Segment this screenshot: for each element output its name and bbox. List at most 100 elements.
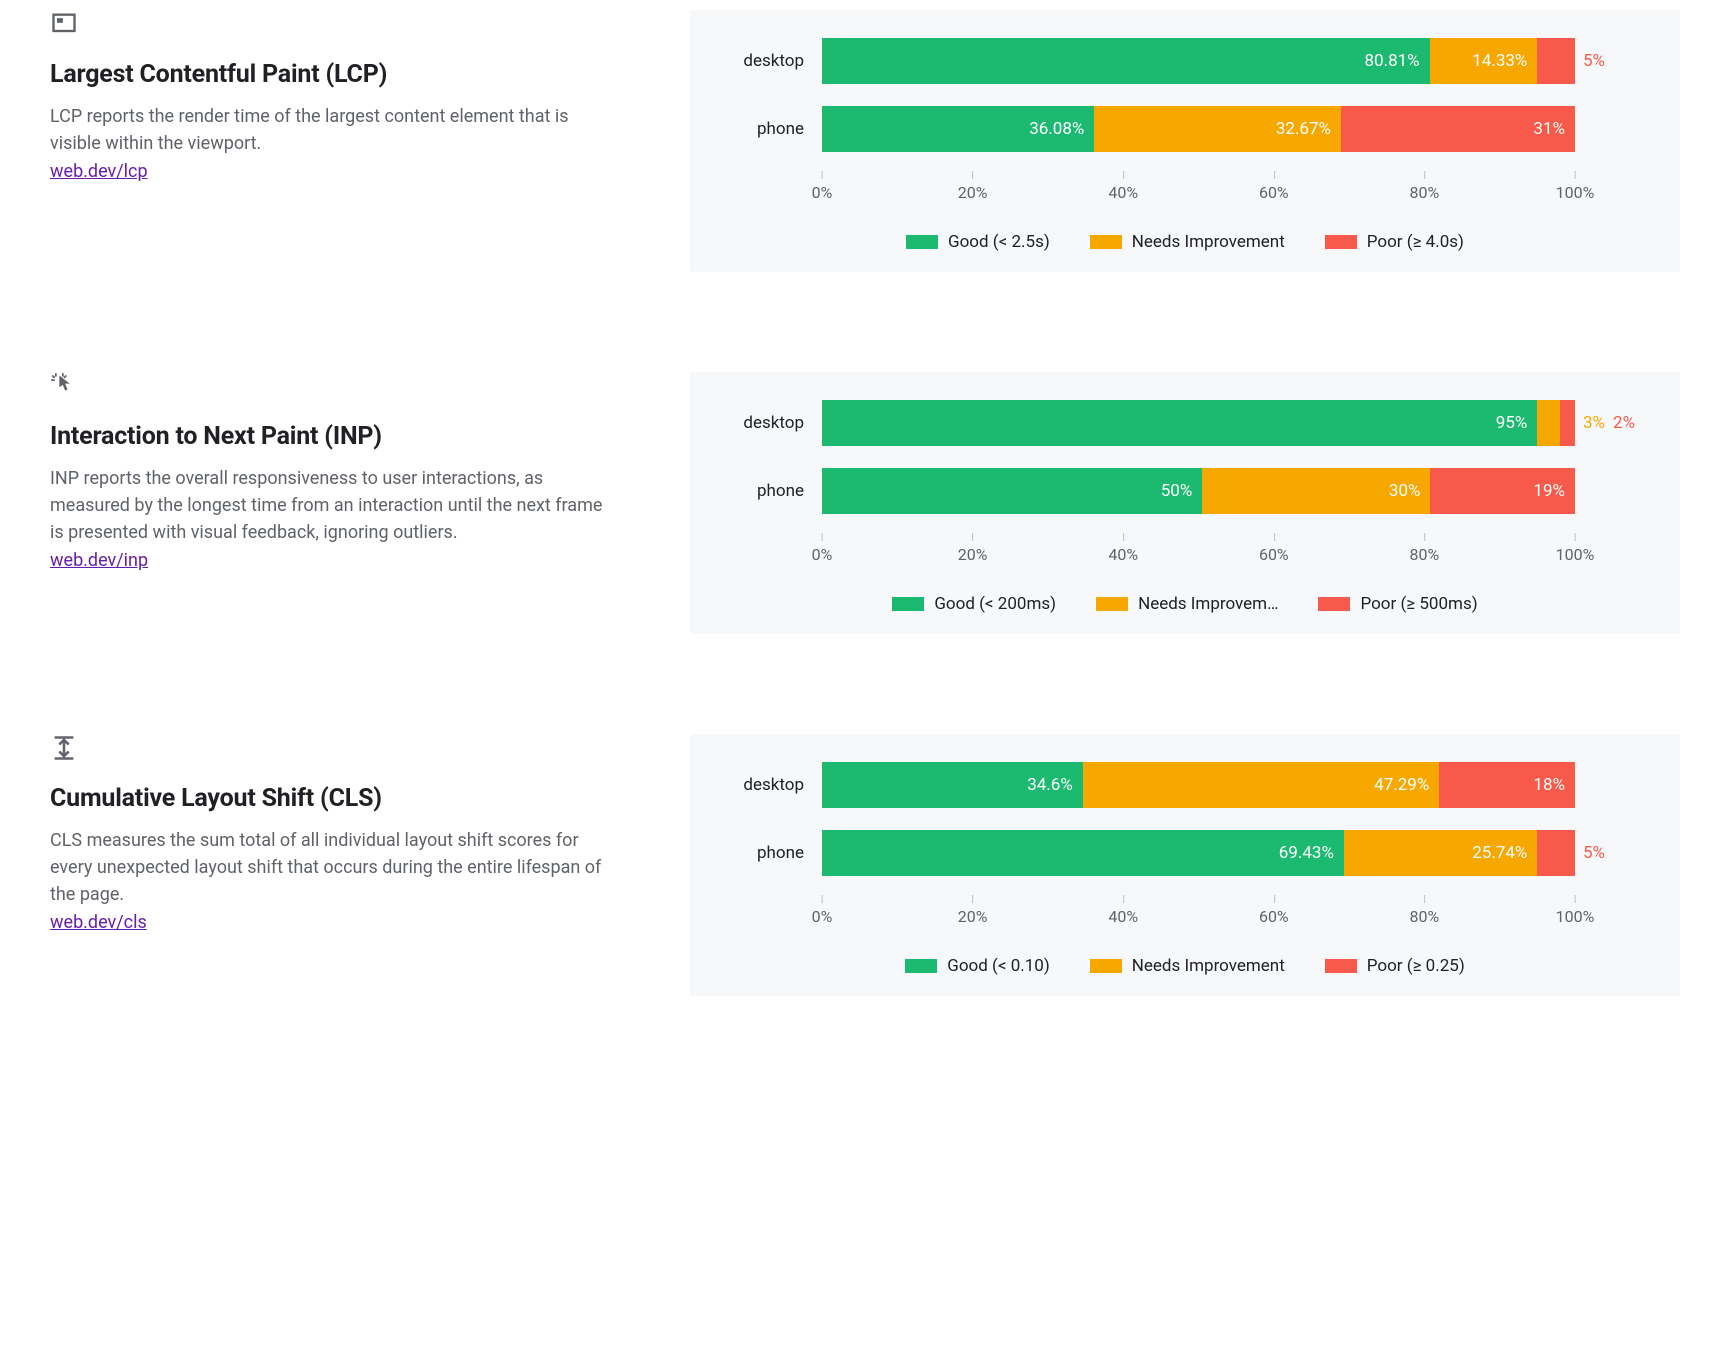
legend-swatch xyxy=(892,597,924,611)
bar-value-label: 69.43% xyxy=(1279,843,1334,863)
legend-swatch xyxy=(1090,959,1122,973)
metric-cls: Cumulative Layout Shift (CLS) CLS measure… xyxy=(50,734,1680,996)
bar-seg-green: 34.6% xyxy=(822,762,1083,808)
bar-track: 50% 30% 19% xyxy=(822,468,1575,514)
legend-swatch xyxy=(1318,597,1350,611)
bar-seg-red xyxy=(1560,400,1575,446)
metric-inp: Interaction to Next Paint (INP)INP repor… xyxy=(50,372,1680,634)
axis-tick: 40% xyxy=(1108,907,1138,926)
chart-box: desktop95%3%2%phone50%30%19%0%20%40%60%8… xyxy=(690,372,1680,634)
chart-legend: Good (< 200ms) Needs Improvem… Poor (≥ 500… xyxy=(730,594,1640,614)
bar-row: desktop80.81%14.33%5% xyxy=(730,38,1640,84)
bar-outside-labels xyxy=(1575,468,1640,514)
axis-tick: 40% xyxy=(1108,183,1138,202)
legend-item-good: Good (< 200ms) xyxy=(892,594,1056,614)
x-axis: 0%20%40%60%80%100% xyxy=(730,174,1640,208)
legend-label: Poor (≥ 0.25) xyxy=(1367,956,1465,976)
bar-value-label: 47.29% xyxy=(1374,775,1429,795)
legend-label: Needs Improvement xyxy=(1132,956,1285,976)
axis-tick: 40% xyxy=(1108,545,1138,564)
axis-tick: 60% xyxy=(1259,907,1289,926)
bar-value-label-outside: 3% xyxy=(1575,413,1605,433)
legend-label: Good (< 2.5s) xyxy=(948,232,1050,252)
metric-cls-chart: desktop 34.6% 47.29% 18% phone69.43%25.74%5%… xyxy=(690,734,1680,996)
axis-tick: 0% xyxy=(812,183,833,202)
bar-outside-labels: 5% xyxy=(1575,38,1640,84)
bar-seg-orange: 30% xyxy=(1202,468,1430,514)
bar-value-label: 32.67% xyxy=(1276,119,1331,139)
metric-lcp-link[interactable]: web.dev/lcp xyxy=(50,161,148,182)
bar-track: 69.43%25.74% xyxy=(822,830,1575,876)
metric-lcp-description: LCP reports the render time of the large… xyxy=(50,103,620,157)
metric-inp-link[interactable]: web.dev/inp xyxy=(50,550,148,571)
bar-value-label: 14.33% xyxy=(1472,51,1527,71)
chart-legend: Good (< 0.10) Needs Improvement Poor (≥ 0.… xyxy=(730,956,1640,976)
bar-track: 34.6% 47.29% 18% xyxy=(822,762,1575,808)
axis-tick: 100% xyxy=(1556,183,1595,202)
bar-category-label: phone xyxy=(730,119,822,139)
legend-label: Poor (≥ 500ms) xyxy=(1360,594,1477,614)
bar-category-label: desktop xyxy=(730,775,822,795)
chart-box: desktop 34.6% 47.29% 18% phone69.43%25.74%5%… xyxy=(690,734,1680,996)
bar-value-label: 34.6% xyxy=(1027,775,1073,795)
metric-cls-link[interactable]: web.dev/cls xyxy=(50,912,147,933)
legend-item-needs: Needs Improvement xyxy=(1090,956,1285,976)
bar-category-label: desktop xyxy=(730,51,822,71)
bar-seg-red: 31% xyxy=(1341,106,1575,152)
legend-label: Needs Improvement xyxy=(1132,232,1285,252)
axis-tick: 60% xyxy=(1259,545,1289,564)
bar-value-label: 50% xyxy=(1161,481,1193,501)
bar-value-label-outside: 2% xyxy=(1605,413,1635,433)
bar-value-label-outside: 5% xyxy=(1575,51,1605,71)
bar-seg-red: 19% xyxy=(1430,468,1575,514)
axis-tick: 80% xyxy=(1410,545,1440,564)
bar-seg-green: 36.08% xyxy=(822,106,1094,152)
metric-inp-description: INP reports the overall responsiveness t… xyxy=(50,465,620,546)
legend-swatch xyxy=(906,235,938,249)
bar-row: phone69.43%25.74%5% xyxy=(730,830,1640,876)
metric-cls-description: CLS measures the sum total of all indivi… xyxy=(50,827,620,908)
legend-item-poor: Poor (≥ 500ms) xyxy=(1318,594,1477,614)
metric-lcp-info: Largest Contentful Paint (LCP)LCP report… xyxy=(50,10,620,272)
bar-track: 80.81%14.33% xyxy=(822,38,1575,84)
bar-track: 36.08% 32.67% 31% xyxy=(822,106,1575,152)
metric-cls-title: Cumulative Layout Shift (CLS) xyxy=(50,784,620,813)
legend-label: Good (< 200ms) xyxy=(934,594,1056,614)
inp-icon xyxy=(50,372,78,400)
metric-lcp-chart: desktop80.81%14.33%5% phone 36.08% 32.67% 31… xyxy=(690,10,1680,272)
bar-value-label: 36.08% xyxy=(1029,119,1084,139)
bar-row: desktop 34.6% 47.29% 18% xyxy=(730,762,1640,808)
metric-inp-chart: desktop95%3%2%phone50%30%19%0%20%40%60%8… xyxy=(690,372,1680,634)
bar-value-label: 18% xyxy=(1533,775,1565,795)
axis-tick: 20% xyxy=(958,907,988,926)
legend-item-needs: Needs Improvement xyxy=(1090,232,1285,252)
chart-legend: Good (< 2.5s) Needs Improvement Poor (≥ 4.… xyxy=(730,232,1640,252)
legend-item-poor: Poor (≥ 4.0s) xyxy=(1325,232,1464,252)
bar-value-label-outside: 5% xyxy=(1575,843,1605,863)
bar-outside-labels: 5% xyxy=(1575,830,1640,876)
bar-outside-labels: 3%2% xyxy=(1575,400,1640,446)
bar-seg-red xyxy=(1537,830,1575,876)
metric-cls-info: Cumulative Layout Shift (CLS) CLS measure… xyxy=(50,734,620,996)
legend-swatch xyxy=(1325,959,1357,973)
bar-seg-orange: 47.29% xyxy=(1083,762,1439,808)
bar-seg-orange: 32.67% xyxy=(1094,106,1341,152)
bar-outside-labels xyxy=(1575,762,1640,808)
bar-value-label: 19% xyxy=(1533,481,1565,501)
bar-row: desktop95% 3%2% xyxy=(730,400,1640,446)
bar-category-label: desktop xyxy=(730,413,822,433)
bar-track: 95% xyxy=(822,400,1575,446)
legend-item-needs: Needs Improvem… xyxy=(1096,594,1278,614)
bar-seg-orange xyxy=(1537,400,1560,446)
cls-icon xyxy=(50,734,78,762)
axis-tick: 0% xyxy=(812,545,833,564)
legend-item-good: Good (< 0.10) xyxy=(905,956,1050,976)
legend-swatch xyxy=(1090,235,1122,249)
legend-label: Good (< 0.10) xyxy=(947,956,1050,976)
bar-row: phone50%30%19% xyxy=(730,468,1640,514)
chart-box: desktop80.81%14.33%5% phone 36.08% 32.67% 31… xyxy=(690,10,1680,272)
axis-tick: 20% xyxy=(958,545,988,564)
axis-tick: 80% xyxy=(1410,183,1440,202)
bar-seg-green: 95% xyxy=(822,400,1537,446)
bar-seg-orange: 14.33% xyxy=(1430,38,1538,84)
